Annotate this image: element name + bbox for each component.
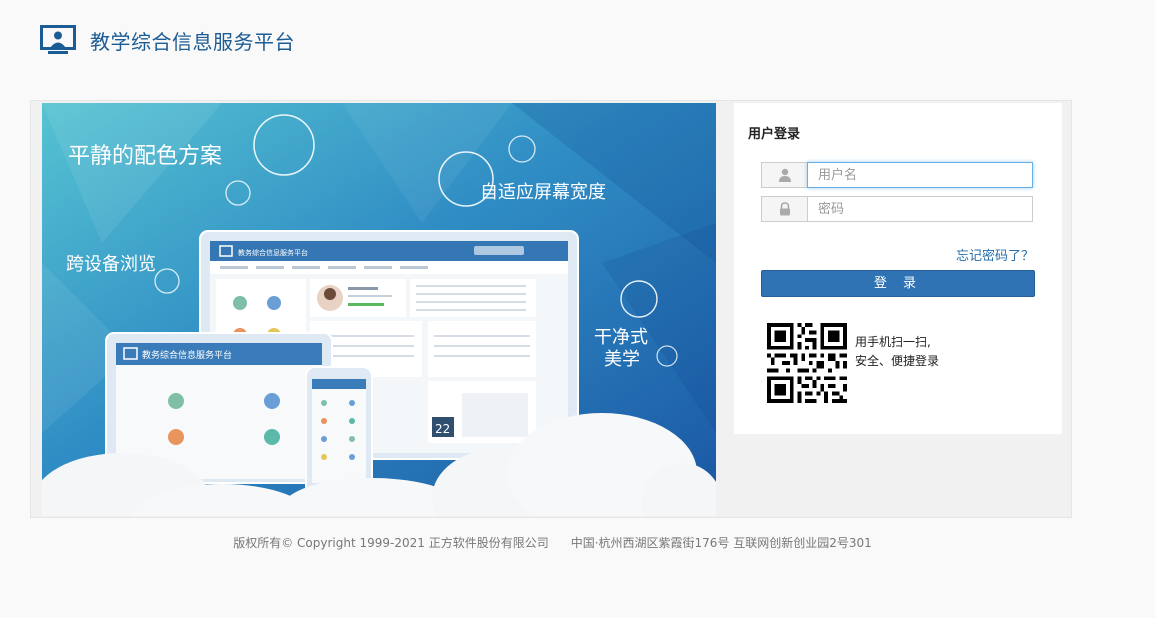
qr-code-icon [767,323,847,403]
username-group [761,162,1033,188]
footer-address: 中国·杭州西湖区紫霞街176号 互联网创新创业园2号301 [570,536,872,550]
user-icon [761,162,807,188]
page-footer: 版权所有© Copyright 1999-2021 正方软件股份有限公司 中国·杭… [0,534,1105,551]
phone-mockup [305,366,373,496]
slogan-palette: 平静的配色方案 [68,144,222,169]
banner-illustration: 平静的配色方案 自适应屏幕宽度 跨设备浏览 干净式 美学 教务综合信息服务平台 [42,103,716,516]
qr-line-2: 安全、便捷登录 [855,354,940,368]
mock-calendar-day: 22 [435,422,450,436]
forgot-password-link[interactable]: 忘记密码了？ [956,245,1034,264]
qr-line-1: 用手机扫一扫, [855,335,931,349]
slogan-clean-1: 干净式 [594,327,648,348]
footer-copyright: 版权所有© Copyright 1999-2021 正方软件股份有限公司 [233,536,549,550]
slogan-clean-2: 美学 [604,349,640,370]
login-title: 用户登录 [748,127,801,142]
login-panel: 用户登录 忘记密码了？ 登 录 [734,103,1062,434]
monitor-user-icon [40,25,76,54]
login-button[interactable]: 登 录 [761,270,1035,297]
promo-banner: 平静的配色方案 自适应屏幕宽度 跨设备浏览 干净式 美学 教务综合信息服务平台 [42,103,716,516]
password-input[interactable] [807,196,1033,222]
slogan-adaptive: 自适应屏幕宽度 [480,182,606,203]
mock-app-title: 教务综合信息服务平台 [238,248,308,257]
login-page: 教学综合信息服务平台 平静的配色方案 自适应屏幕宽度 跨设备浏览 干净式 美学 … [0,0,1155,618]
qr-caption: 用手机扫一扫, 安全、便捷登录 [855,333,939,371]
password-group [761,196,1033,222]
site-header: 教学综合信息服务平台 [40,22,295,58]
slogan-cross-device: 跨设备浏览 [66,254,156,275]
lock-icon [761,196,807,222]
username-input[interactable] [807,162,1033,188]
site-title: 教学综合信息服务平台 [90,29,295,54]
mock-tablet-title: 教务综合信息服务平台 [142,349,232,361]
